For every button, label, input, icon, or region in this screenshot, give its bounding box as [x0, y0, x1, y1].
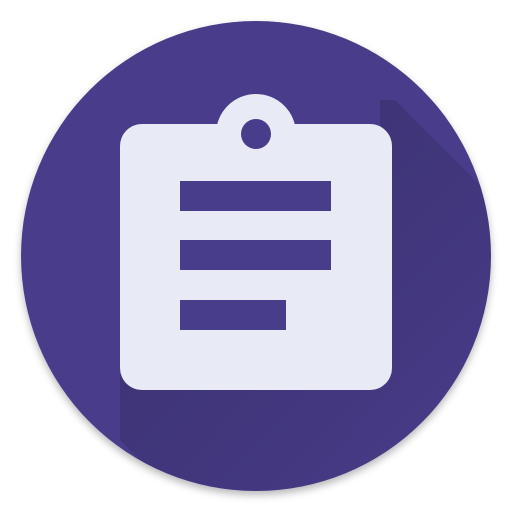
- text-line-3: [180, 300, 286, 330]
- text-line-1: [180, 181, 331, 211]
- text-line-2: [180, 240, 331, 270]
- app-icon: [0, 0, 512, 512]
- clip-hole: [241, 119, 271, 149]
- clipboard-icon: [21, 21, 491, 491]
